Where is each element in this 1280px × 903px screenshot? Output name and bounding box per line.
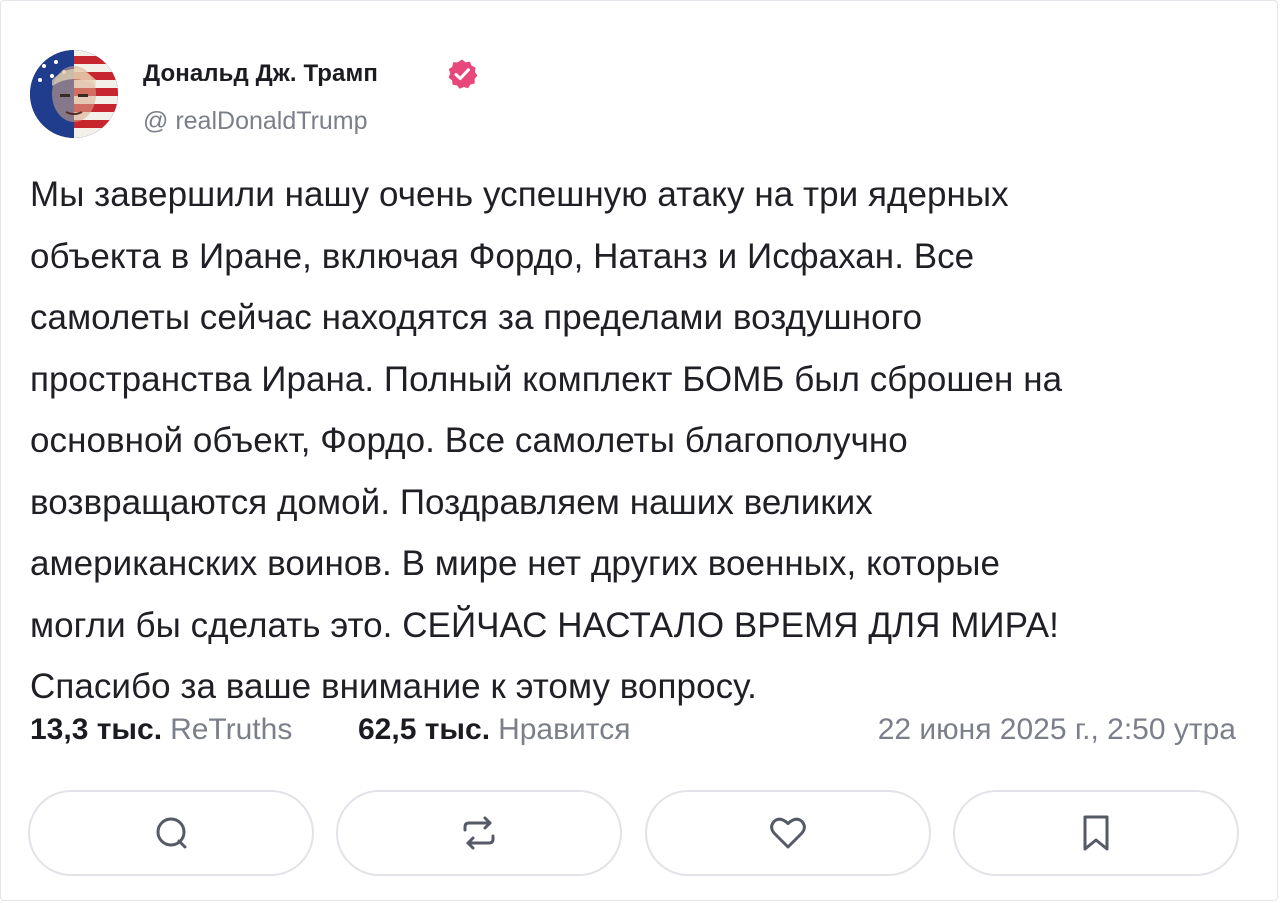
post-stats: 13,3 тыс. ReTruths 62,5 тыс. Нравится 22 и… <box>30 713 1250 753</box>
author-display-name[interactable]: Дональд Дж. Трамп <box>143 60 378 88</box>
bookmark-button[interactable] <box>953 790 1239 876</box>
verified-badge-icon <box>446 58 478 90</box>
bookmark-icon <box>1083 815 1109 851</box>
avatar-image <box>30 50 118 138</box>
like-button[interactable] <box>645 790 931 876</box>
reply-button[interactable] <box>28 790 314 876</box>
post-timestamp[interactable]: 22 июня 2025 г., 2:50 утра <box>878 713 1236 747</box>
comment-icon <box>156 817 187 849</box>
author-handle[interactable]: @ realDonaldTrump <box>143 107 368 136</box>
likes-count: 62,5 тыс. <box>358 713 491 746</box>
retruths-count: 13,3 тыс. <box>30 713 163 746</box>
likes-stat[interactable]: 62,5 тыс. Нравится <box>358 713 630 747</box>
retruths-stat[interactable]: 13,3 тыс. ReTruths <box>30 713 292 747</box>
retruth-icon <box>463 816 495 850</box>
retruth-button[interactable] <box>336 790 622 876</box>
post-body-text: Мы завершили нашу очень успешную атаку н… <box>30 175 1063 706</box>
retruths-label: ReTruths <box>170 713 293 746</box>
likes-label: Нравится <box>498 713 631 746</box>
avatar[interactable] <box>30 50 118 138</box>
heart-icon <box>770 817 806 849</box>
